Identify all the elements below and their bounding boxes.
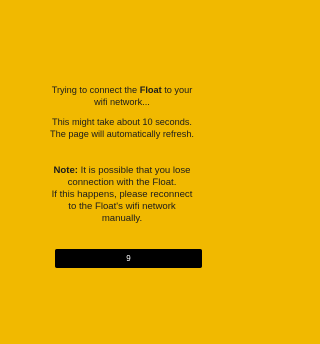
connecting-message-line-2: wifi network...	[94, 96, 150, 107]
note-line-4: to the Float's wifi network	[68, 201, 176, 212]
note-line-1: Note: It is possible that you lose	[30, 165, 214, 177]
wait-info-line-2: The page will automatically refresh.	[49, 128, 194, 139]
countdown-value: 9	[126, 254, 131, 263]
device-name: Float	[139, 85, 162, 95]
connecting-screen: Trying to connect the Float to your wifi…	[0, 0, 244, 344]
connecting-suffix-text: to your	[161, 85, 193, 95]
note-line-3: If this happens, please reconnect	[51, 189, 193, 200]
connecting-prefix-text: Trying to connect the	[51, 85, 140, 95]
note-line-1-text: It is possible that you lose	[77, 165, 191, 176]
wait-info-message: This might take about 10 seconds. The pa…	[0, 117, 244, 140]
note-message: Note: It is possible that you lose conne…	[30, 165, 214, 225]
note-line-2: connection with the Float.	[67, 177, 177, 188]
note-label: Note:	[53, 165, 78, 176]
wait-info-line-1: This might take about 10 seconds.	[52, 117, 192, 127]
connecting-message: Trying to connect the Float to your wifi…	[0, 85, 244, 108]
countdown-bar: 9	[55, 249, 202, 268]
connecting-message-line-1: Trying to connect the Float to your	[0, 85, 244, 97]
note-line-5: manually.	[101, 213, 143, 224]
